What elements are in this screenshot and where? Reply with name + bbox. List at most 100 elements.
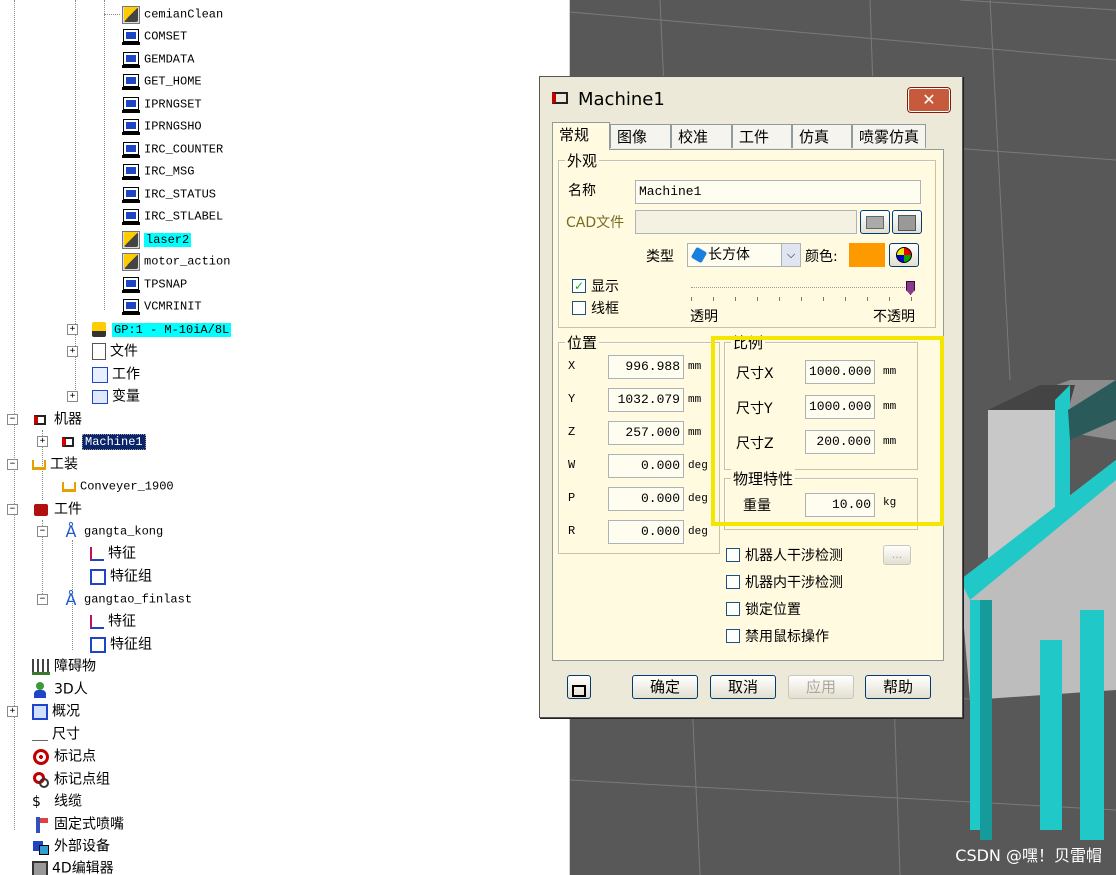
fixture-icon	[62, 481, 76, 492]
position-w-label: W	[568, 458, 576, 472]
tree-item-part[interactable]: Ågangtao_finlast	[62, 589, 193, 609]
tree-item[interactable]: IPRNGSHO	[104, 116, 202, 136]
cad-library-button[interactable]	[892, 210, 922, 234]
wireframe-checkbox[interactable]	[572, 301, 586, 315]
tab-general[interactable]: 常规	[552, 122, 610, 150]
tree-item-parts[interactable]: 工件	[32, 499, 82, 519]
program-icon	[122, 73, 140, 91]
tree-item-fixtures[interactable]: 工装	[32, 454, 78, 474]
cancel-button[interactable]: 取消	[710, 675, 776, 699]
machine-icon	[552, 92, 568, 104]
tree-item[interactable]: IPRNGSET	[104, 94, 202, 114]
collapse-toggle[interactable]: −	[7, 414, 18, 425]
tab-simulation[interactable]: 仿真	[792, 124, 852, 148]
tab-spray-simulation[interactable]: 喷雾仿真	[852, 124, 926, 148]
position-w-field[interactable]: 0.000	[608, 454, 684, 478]
opacity-slider[interactable]	[691, 281, 915, 301]
tree-item-machines[interactable]: 机器	[32, 409, 82, 429]
fixture-icon	[32, 459, 46, 470]
name-field[interactable]: Machine1	[635, 180, 921, 204]
tree-item-jobs[interactable]: 工作	[92, 364, 140, 384]
tree-item[interactable]: IRC_STATUS	[104, 184, 216, 204]
tree-item-files[interactable]: 文件	[92, 341, 138, 361]
position-unit: deg	[688, 460, 708, 472]
tree-item-3d-human[interactable]: 3D人	[32, 679, 88, 699]
opacity-slider-thumb[interactable]	[906, 281, 915, 295]
type-select[interactable]: 长方体 ⌵	[687, 243, 801, 267]
tree-item[interactable]: IRC_COUNTER	[104, 139, 223, 159]
collapse-toggle[interactable]: −	[7, 459, 18, 470]
tab-calibration[interactable]: 校准	[671, 124, 732, 148]
show-checkbox[interactable]: ✓	[572, 279, 586, 293]
browse-folder-button[interactable]	[860, 210, 890, 234]
option-checkbox[interactable]	[726, 629, 740, 643]
cell-browser-tree[interactable]: cemianClean COMSET GEMDATA GET_HOME IPRN…	[0, 0, 570, 875]
color-picker-button[interactable]	[889, 243, 919, 267]
tree-item-4d-editor[interactable]: 4D编辑器	[32, 858, 114, 875]
tree-item[interactable]: COMSET	[104, 26, 187, 46]
tree-item-dimension[interactable]: 尺寸	[32, 724, 80, 744]
tree-item-feature-group[interactable]: 特征组	[90, 566, 152, 586]
tree-item[interactable]: VCMRINIT	[104, 296, 202, 316]
expand-toggle[interactable]: +	[67, 324, 78, 335]
watermark: CSDN @嘿！贝雷帽	[955, 846, 1102, 865]
tree-item-variables[interactable]: 变量	[92, 386, 140, 406]
tree-item[interactable]: laser2	[104, 229, 192, 249]
tree-item-overview[interactable]: 概况	[32, 701, 80, 721]
tree-item[interactable]: IRC_STLABEL	[104, 206, 223, 226]
tree-item[interactable]: TPSNAP	[104, 274, 187, 294]
expand-toggle[interactable]: +	[7, 706, 18, 717]
tree-item[interactable]: motor_action	[104, 251, 230, 271]
help-button[interactable]: 帮助	[865, 675, 931, 699]
tree-item[interactable]: IRC_MSG	[104, 161, 194, 181]
tree-item[interactable]: GEMDATA	[104, 49, 194, 69]
annotation-highlight-box	[711, 336, 944, 526]
tree-item-feature[interactable]: 特征	[90, 611, 136, 631]
tree-item-cables[interactable]: $ 线缆	[32, 791, 82, 811]
lock-button[interactable]	[567, 675, 591, 699]
tree-item-feature-group[interactable]: 特征组	[90, 634, 152, 654]
tab-parts[interactable]: 工件	[732, 124, 792, 148]
show-label: 显示	[591, 279, 619, 295]
tree-item-robot-group[interactable]: GP:1 - M-10iA/8L	[90, 319, 232, 339]
chevron-down-icon[interactable]: ⌵	[781, 244, 800, 266]
machine-icon	[60, 433, 78, 451]
expand-toggle[interactable]: +	[37, 436, 48, 447]
tree-item-external-devices[interactable]: 外部设备	[32, 836, 110, 856]
box-shape-icon	[690, 246, 708, 264]
position-z-field[interactable]: 257.000	[608, 421, 684, 445]
expand-toggle[interactable]: +	[67, 346, 78, 357]
tree-item-nozzles[interactable]: 固定式喷嘴	[32, 814, 124, 834]
position-r-field[interactable]: 0.000	[608, 520, 684, 544]
cad-file-field[interactable]	[635, 210, 857, 234]
position-y-field[interactable]: 1032.079	[608, 388, 684, 412]
collapse-toggle[interactable]: −	[37, 594, 48, 605]
tree-item-obstacles[interactable]: 障碍物	[32, 656, 96, 676]
option-checkbox[interactable]	[726, 575, 740, 589]
option-checkbox[interactable]	[726, 602, 740, 616]
type-label: 类型	[646, 249, 674, 265]
name-label: 名称	[568, 183, 596, 199]
device-icon	[32, 838, 50, 856]
position-x-field[interactable]: 996.988	[608, 355, 684, 379]
tree-item-targets[interactable]: 标记点	[32, 746, 96, 766]
tree-item-target-groups[interactable]: 标记点组	[32, 769, 110, 789]
interference-settings-button[interactable]: ...	[883, 545, 911, 565]
apply-button[interactable]: 应用	[788, 675, 854, 699]
tree-item-part[interactable]: Ågangta_kong	[62, 521, 164, 541]
color-swatch[interactable]	[849, 243, 885, 267]
tree-item[interactable]: GET_HOME	[104, 71, 202, 91]
tree-item-conveyor[interactable]: Conveyer_1900	[62, 476, 174, 496]
position-p-field[interactable]: 0.000	[608, 487, 684, 511]
expand-toggle[interactable]: +	[67, 391, 78, 402]
close-button[interactable]: ✕	[908, 88, 950, 112]
tree-item-feature[interactable]: 特征	[90, 543, 136, 563]
option-checkbox[interactable]	[726, 548, 740, 562]
tab-image[interactable]: 图像	[610, 124, 671, 148]
dialog-titlebar[interactable]: Machine1 ✕	[540, 77, 962, 119]
tree-item[interactable]: cemianClean	[104, 4, 223, 24]
ok-button[interactable]: 确定	[632, 675, 698, 699]
tree-item-machine1[interactable]: Machine1	[60, 431, 146, 451]
collapse-toggle[interactable]: −	[37, 526, 48, 537]
collapse-toggle[interactable]: −	[7, 504, 18, 515]
